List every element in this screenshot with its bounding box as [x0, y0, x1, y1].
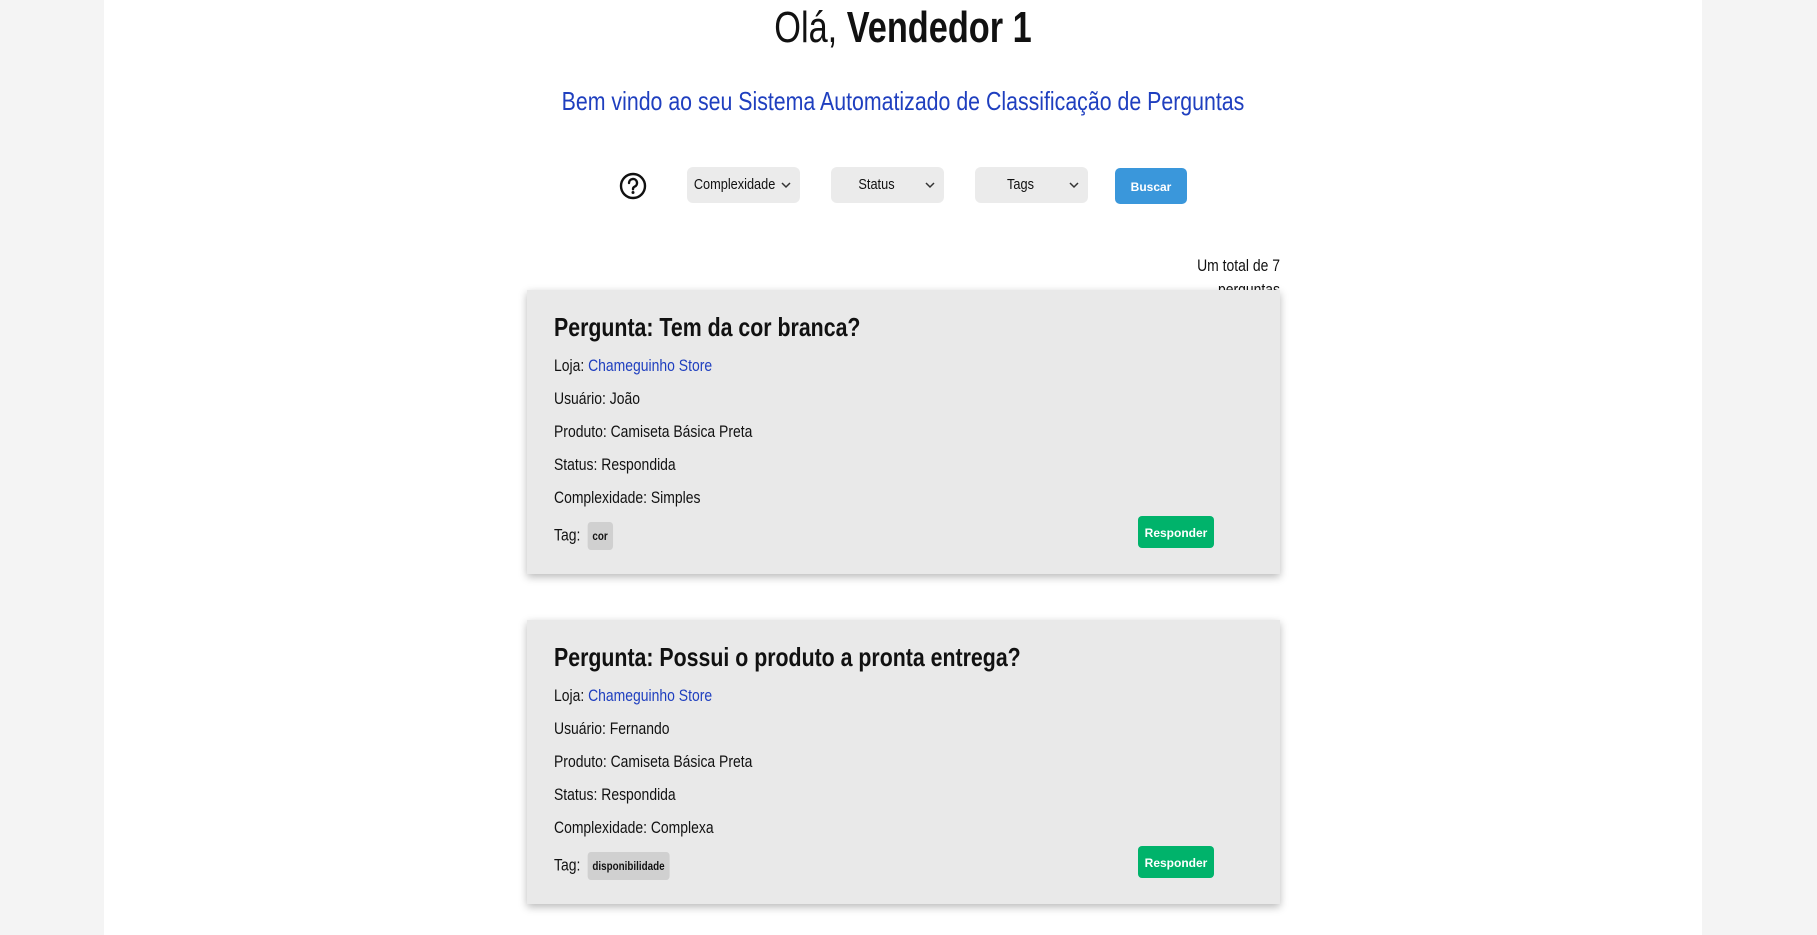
tag-label: Tag:	[554, 525, 585, 545]
status-select-label: Status	[858, 176, 895, 193]
complexity-label: Complexidade:	[554, 818, 651, 837]
complexity-value: Complexa	[650, 818, 714, 837]
page-title: Olá, Vendedor 1	[280, 0, 1526, 56]
vendor-name: Vendedor 1	[846, 3, 1032, 52]
tags-select-label: Tags	[1007, 176, 1034, 193]
product-value: Camiseta Básica Preta	[610, 422, 753, 441]
product-value: Camiseta Básica Preta	[610, 752, 753, 771]
status-select[interactable]: Status	[831, 167, 944, 203]
chevron-down-icon	[925, 182, 935, 189]
question-card: Pergunta: Tem da cor branca? Loja: Chame…	[527, 290, 1280, 574]
user-field: Usuário: Fernando	[554, 717, 669, 741]
question-circle-icon[interactable]	[618, 171, 648, 201]
complexity-field: Complexidade: Simples	[554, 486, 700, 510]
store-link[interactable]: Chameguinho Store	[588, 686, 712, 705]
user-label: Usuário:	[554, 389, 610, 408]
chevron-down-icon	[1069, 182, 1079, 189]
question-card: Pergunta: Possui o produto a pronta entr…	[527, 620, 1280, 904]
chevron-down-icon	[781, 182, 791, 189]
reply-button[interactable]: Responder	[1138, 846, 1214, 878]
status-field: Status: Respondida	[554, 453, 676, 477]
complexity-field: Complexidade: Complexa	[554, 816, 714, 840]
status-label: Status:	[554, 455, 602, 474]
complexity-label: Complexidade:	[554, 488, 651, 507]
status-field: Status: Respondida	[554, 783, 676, 807]
complexidade-select-label: Complexidade	[693, 176, 776, 193]
question-title: Pergunta: Tem da cor branca?	[554, 312, 861, 342]
status-value: Respondida	[601, 455, 676, 474]
greeting-prefix: Olá,	[774, 3, 838, 52]
reply-button[interactable]: Responder	[1138, 516, 1214, 548]
search-button[interactable]: Buscar	[1115, 168, 1187, 204]
complexity-value: Simples	[650, 488, 701, 507]
status-label: Status:	[554, 785, 602, 804]
welcome-subtitle: Bem vindo ao seu Sistema Automatizado de…	[561, 86, 1245, 116]
product-field: Produto: Camiseta Básica Preta	[554, 420, 752, 444]
store-link[interactable]: Chameguinho Store	[588, 356, 712, 375]
tag-chip: disponibilidade	[587, 852, 670, 880]
tags-select[interactable]: Tags	[975, 167, 1088, 203]
user-value: Fernando	[609, 719, 670, 738]
user-value: João	[609, 389, 641, 408]
filter-bar: Complexidade Status Tags Buscar	[104, 167, 1702, 205]
tag-field: Tag: disponibilidade	[554, 852, 670, 880]
store-label: Loja:	[554, 686, 589, 705]
store-label: Loja:	[554, 356, 589, 375]
store-field: Loja: Chameguinho Store	[554, 684, 712, 708]
main-page: Olá, Vendedor 1 Bem vindo ao seu Sistema…	[104, 0, 1702, 935]
store-field: Loja: Chameguinho Store	[554, 354, 712, 378]
tag-chip: cor	[587, 522, 613, 550]
user-label: Usuário:	[554, 719, 610, 738]
tag-label: Tag:	[554, 855, 585, 875]
user-field: Usuário: João	[554, 387, 640, 411]
product-label: Produto:	[554, 422, 611, 441]
product-label: Produto:	[554, 752, 611, 771]
product-field: Produto: Camiseta Básica Preta	[554, 750, 752, 774]
complexidade-select[interactable]: Complexidade	[687, 167, 800, 203]
tag-field: Tag: cor	[554, 522, 613, 550]
question-title: Pergunta: Possui o produto a pronta entr…	[554, 642, 1021, 672]
status-value: Respondida	[601, 785, 676, 804]
